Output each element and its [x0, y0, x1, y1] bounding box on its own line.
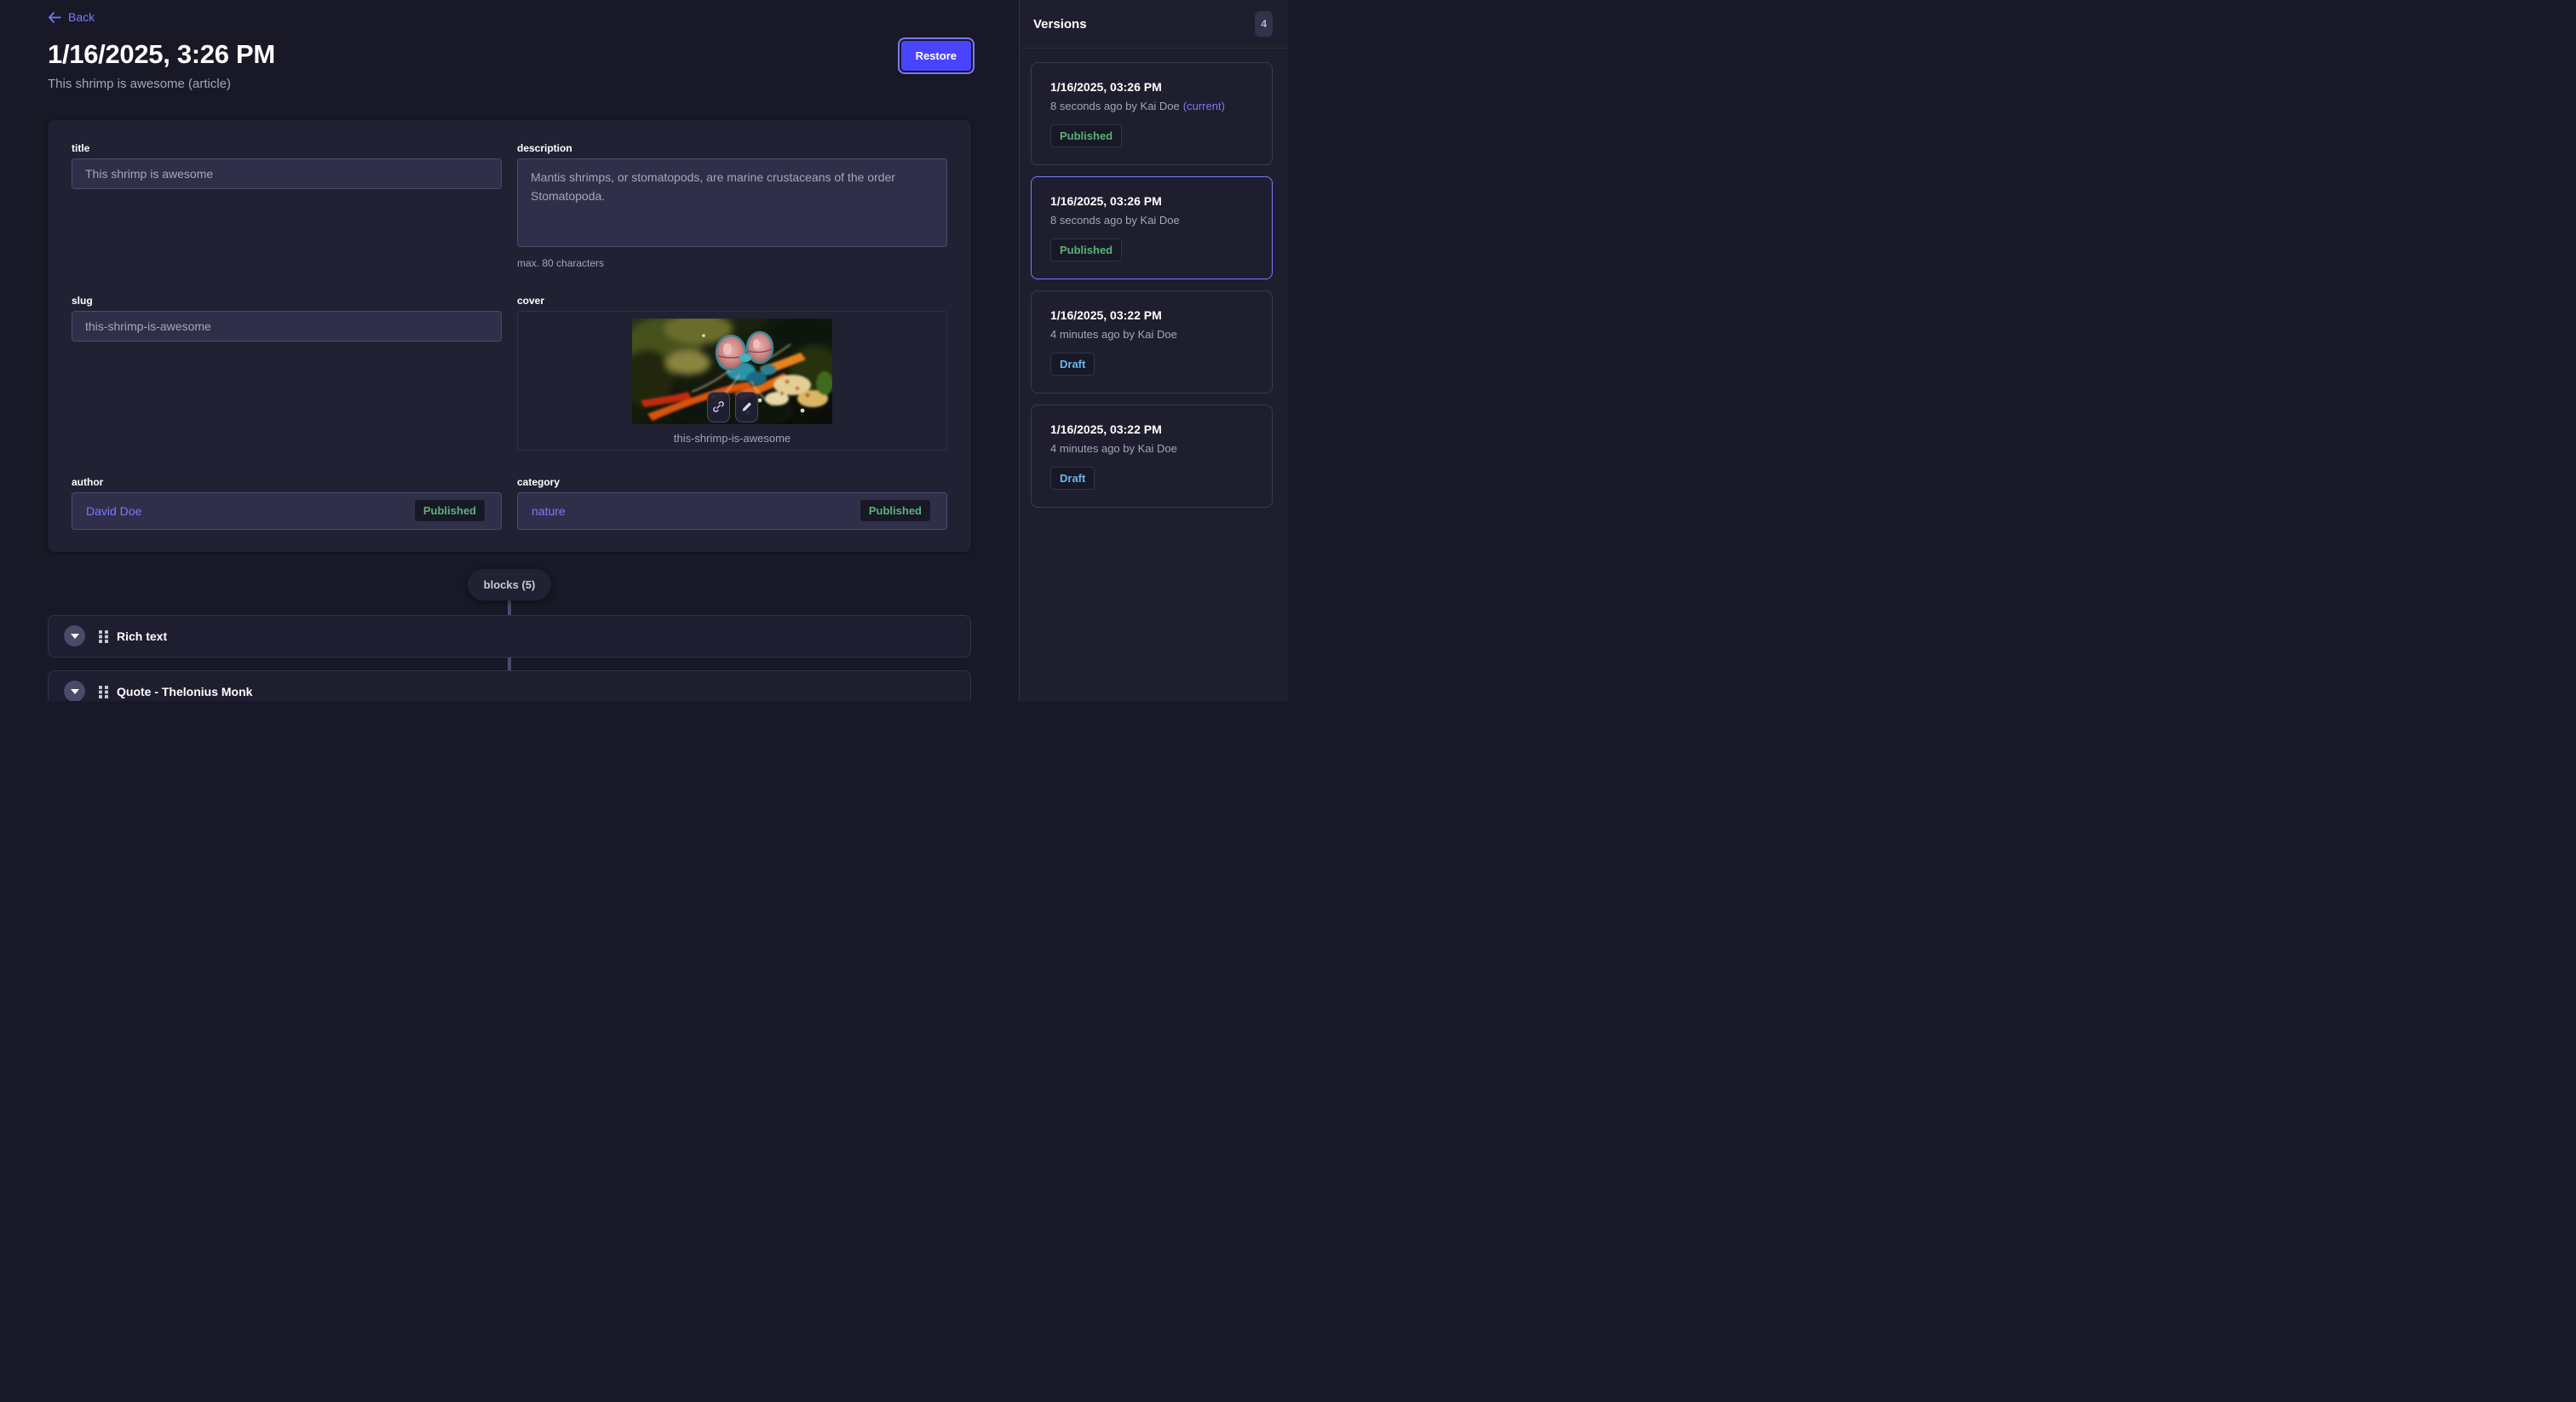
- version-card-selected[interactable]: 1/16/2025, 03:26 PM 8 seconds ago by Kai…: [1031, 176, 1273, 279]
- field-author: author David Doe Published: [72, 476, 502, 530]
- page-title: 1/16/2025, 3:26 PM: [48, 39, 901, 70]
- versions-sidebar: Versions 4 1/16/2025, 03:26 PM 8 seconds…: [1019, 0, 1288, 701]
- drag-handle-icon[interactable]: [99, 629, 109, 643]
- blocks-section: blocks (5) Rich text: [48, 569, 971, 702]
- version-card-meta: 8 seconds ago by Kai Doe: [1050, 214, 1253, 227]
- back-link[interactable]: Back: [48, 10, 95, 24]
- version-card-title: 1/16/2025, 03:26 PM: [1050, 194, 1253, 208]
- version-card-meta: 8 seconds ago by Kai Doe(current): [1050, 100, 1253, 112]
- version-meta-text: 8 seconds ago by Kai Doe: [1050, 100, 1180, 112]
- version-card-title: 1/16/2025, 03:22 PM: [1050, 308, 1253, 322]
- link-icon: [712, 400, 725, 413]
- versions-header: Versions 4: [1020, 0, 1288, 49]
- field-cover: cover: [517, 295, 947, 451]
- app-root: Back 1/16/2025, 3:26 PM This shrimp is a…: [0, 0, 1288, 701]
- version-card[interactable]: 1/16/2025, 03:26 PM 8 seconds ago by Kai…: [1031, 62, 1273, 165]
- page-subtitle: This shrimp is awesome (article): [48, 77, 901, 91]
- cover-link-button[interactable]: [707, 392, 730, 422]
- version-status-badge: Published: [1050, 238, 1122, 261]
- field-title: title: [72, 142, 502, 269]
- main-content: Back 1/16/2025, 3:26 PM This shrimp is a…: [0, 0, 1019, 701]
- cover-actions: [707, 392, 758, 422]
- chevron-down-icon: [71, 634, 79, 639]
- drag-handle-icon[interactable]: [99, 685, 109, 698]
- version-card-meta: 4 minutes ago by Kai Doe: [1050, 442, 1253, 455]
- description-textarea[interactable]: Mantis shrimps, or stomatopods, are mari…: [517, 158, 947, 247]
- cover-caption: this-shrimp-is-awesome: [674, 432, 791, 445]
- blocks-count-pill: blocks (5): [468, 569, 552, 600]
- cover-image: [632, 319, 832, 424]
- pencil-icon: [740, 401, 752, 413]
- category-link[interactable]: nature: [532, 504, 566, 518]
- block-accordion-rich-text[interactable]: Rich text: [48, 615, 971, 658]
- version-current-tag: (current): [1183, 100, 1225, 112]
- category-relation-box: nature Published: [517, 492, 947, 530]
- version-list: 1/16/2025, 03:26 PM 8 seconds ago by Kai…: [1020, 49, 1288, 521]
- blocks-connector: [508, 658, 511, 670]
- version-meta-text: 4 minutes ago by Kai Doe: [1050, 328, 1177, 341]
- accordion-toggle-button[interactable]: [64, 625, 85, 646]
- slug-label: slug: [72, 295, 502, 307]
- accordion-label: Quote - Thelonius Monk: [117, 685, 252, 698]
- version-meta-text: 8 seconds ago by Kai Doe: [1050, 214, 1180, 227]
- chevron-down-icon: [71, 689, 79, 694]
- version-form-card: title description Mantis shrimps, or sto…: [48, 120, 971, 552]
- version-card-title: 1/16/2025, 03:26 PM: [1050, 80, 1253, 94]
- cover-label: cover: [517, 295, 947, 307]
- field-slug: slug: [72, 295, 502, 451]
- slug-input[interactable]: [72, 311, 502, 342]
- header-row: 1/16/2025, 3:26 PM This shrimp is awesom…: [48, 39, 971, 91]
- version-status-badge: Draft: [1050, 353, 1095, 376]
- version-status-badge: Published: [1050, 124, 1122, 147]
- author-relation-box: David Doe Published: [72, 492, 502, 530]
- author-link[interactable]: David Doe: [86, 504, 141, 518]
- restore-button[interactable]: Restore: [901, 41, 971, 71]
- accordion-toggle-button[interactable]: [64, 681, 85, 701]
- version-card[interactable]: 1/16/2025, 03:22 PM 4 minutes ago by Kai…: [1031, 290, 1273, 394]
- cover-box: this-shrimp-is-awesome: [517, 311, 947, 451]
- versions-count-badge: 4: [1255, 11, 1273, 37]
- version-card[interactable]: 1/16/2025, 03:22 PM 4 minutes ago by Kai…: [1031, 405, 1273, 508]
- description-label: description: [517, 142, 947, 154]
- category-label: category: [517, 476, 947, 488]
- cover-edit-button[interactable]: [735, 392, 758, 422]
- back-arrow-icon: [48, 12, 61, 23]
- version-card-title: 1/16/2025, 03:22 PM: [1050, 422, 1253, 436]
- title-label: title: [72, 142, 502, 154]
- accordion-label: Rich text: [117, 629, 167, 643]
- title-input[interactable]: [72, 158, 502, 189]
- version-status-badge: Draft: [1050, 467, 1095, 490]
- back-label: Back: [68, 10, 95, 24]
- category-status-badge: Published: [860, 499, 931, 522]
- description-helper: max. 80 characters: [517, 257, 947, 269]
- versions-title: Versions: [1033, 17, 1087, 32]
- field-description: description Mantis shrimps, or stomatopo…: [517, 142, 947, 269]
- block-accordion-quote[interactable]: Quote - Thelonius Monk: [48, 670, 971, 702]
- author-label: author: [72, 476, 502, 488]
- version-card-meta: 4 minutes ago by Kai Doe: [1050, 328, 1253, 341]
- blocks-connector: [508, 600, 511, 615]
- field-category: category nature Published: [517, 476, 947, 530]
- version-meta-text: 4 minutes ago by Kai Doe: [1050, 442, 1177, 455]
- author-status-badge: Published: [414, 499, 486, 522]
